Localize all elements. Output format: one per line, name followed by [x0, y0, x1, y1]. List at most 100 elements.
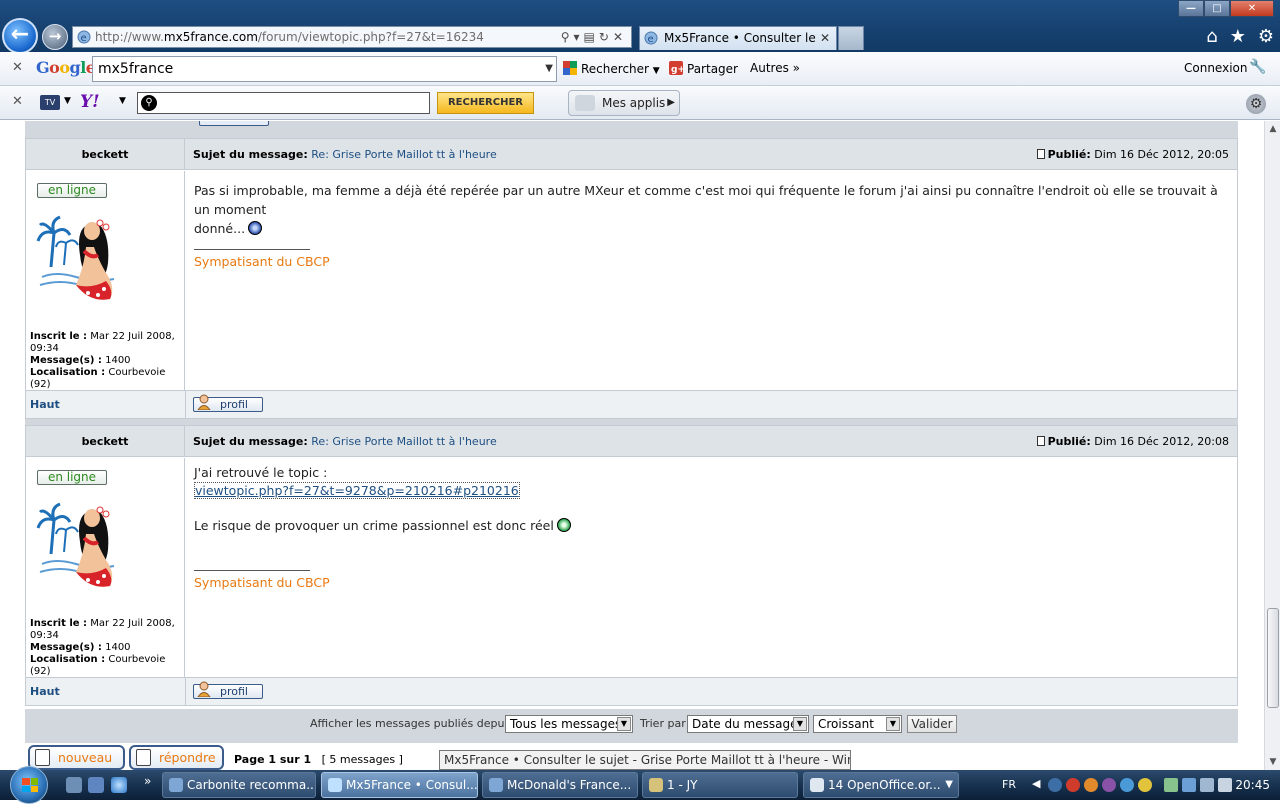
- tv-icon[interactable]: TV: [40, 95, 60, 110]
- user-profile-icon: [197, 681, 211, 697]
- google-more-button[interactable]: Autres »: [750, 61, 800, 75]
- chevron-down-icon[interactable]: ▼: [119, 96, 126, 106]
- clock[interactable]: 20:45: [1235, 770, 1270, 800]
- browser-titlebar: ← → e http://www.mx5france.com/forum/vie…: [0, 0, 1280, 67]
- sort-label: Trier par: [640, 717, 686, 730]
- address-bar[interactable]: e http://www.mx5france.com/forum/viewtop…: [72, 26, 632, 48]
- google-plus-icon: g+: [669, 61, 683, 75]
- task-mx5france[interactable]: Mx5France • Consul...: [321, 772, 478, 798]
- tab-tooltip: Mx5France • Consulter le sujet - Grise P…: [439, 750, 851, 770]
- tray-expand-icon[interactable]: ◀: [1032, 777, 1040, 790]
- task-carbonite[interactable]: Carbonite recomma...: [162, 772, 316, 798]
- task-jy[interactable]: 1 - JY: [642, 772, 798, 798]
- post-author[interactable]: beckett: [26, 139, 185, 170]
- back-button[interactable]: ←: [2, 18, 38, 54]
- post-signature: Sympatisant du CBCP: [194, 254, 330, 269]
- chevron-down-icon[interactable]: ▼: [545, 57, 553, 81]
- page-scrollbar[interactable]: ▲ ▼: [1264, 121, 1280, 770]
- window-controls: — □ ✕: [1178, 0, 1274, 18]
- browser-command-icons: ⌂ ★ ⚙: [1206, 26, 1274, 47]
- quicklaunch-more-icon[interactable]: »: [144, 774, 151, 788]
- wrench-icon[interactable]: 🔧: [1249, 59, 1266, 75]
- post-subject: Sujet du message: Re: Grise Porte Maillo…: [193, 148, 497, 161]
- wifi-icon[interactable]: [1182, 778, 1196, 792]
- new-topic-button[interactable]: nouveau: [28, 745, 125, 770]
- battery-icon[interactable]: [1164, 778, 1178, 792]
- settings-gear-icon[interactable]: ⚙: [1246, 94, 1266, 114]
- openoffice-task-icon: [810, 778, 824, 792]
- task-openoffice-group[interactable]: 14 OpenOffice.or... ▼: [803, 772, 959, 798]
- post-icon[interactable]: [1036, 149, 1045, 159]
- volume-icon[interactable]: [1200, 778, 1214, 792]
- yahoo-search-button[interactable]: RECHERCHER: [437, 92, 534, 114]
- google-query-text: mx5france: [98, 61, 174, 77]
- yahoo-logo[interactable]: Y!: [80, 92, 100, 112]
- sort-by-select[interactable]: Date du message ▼: [687, 715, 809, 733]
- show-desktop-icon[interactable]: [66, 777, 82, 793]
- topic-link[interactable]: viewtopic.php?f=27&t=9278&p=210216#p2102…: [194, 482, 520, 499]
- language-indicator[interactable]: FR: [1002, 770, 1016, 800]
- task-mcdonalds[interactable]: McDonald's France...: [482, 772, 638, 798]
- yahoo-apps-button[interactable]: Mes applis ▶: [568, 90, 680, 116]
- close-yahoo-toolbar-icon[interactable]: ✕: [12, 94, 23, 109]
- forward-button[interactable]: →: [42, 24, 68, 50]
- address-tools-icons[interactable]: ⚲▾▤↻✕: [561, 27, 627, 47]
- partial-profile-button[interactable]: [199, 121, 269, 126]
- google-share-button[interactable]: g+ Partager: [669, 61, 738, 76]
- sort-order-select[interactable]: Croissant ▼: [813, 715, 902, 733]
- favorites-star-icon[interactable]: ★: [1230, 26, 1246, 47]
- submit-filter-button[interactable]: Valider: [907, 715, 957, 733]
- post-body: Pas si improbable, ma femme a déjà été r…: [194, 183, 1218, 236]
- maximize-button[interactable]: □: [1204, 0, 1230, 17]
- back-to-top-link[interactable]: Haut: [30, 678, 60, 706]
- chevron-down-icon[interactable]: ▼: [64, 96, 71, 106]
- post-icon[interactable]: [1036, 436, 1045, 446]
- close-toolbar-icon[interactable]: ✕: [12, 60, 23, 75]
- tab-close-icon[interactable]: ✕: [820, 27, 830, 49]
- close-window-button[interactable]: ✕: [1230, 0, 1274, 17]
- yahoo-toolbar: ✕ TV ▼ Y! ▼ ⚲ RECHERCHER Mes applis ▶ ⚙: [0, 86, 1280, 120]
- google-search-button[interactable]: Rechercher ▼: [563, 61, 660, 76]
- chevron-down-icon: ▼: [886, 717, 900, 731]
- update-icon[interactable]: [1084, 778, 1098, 792]
- minimize-button[interactable]: —: [1178, 0, 1204, 17]
- chevron-down-icon: ▼: [617, 717, 631, 731]
- avatar-image: [36, 494, 117, 594]
- sync-icon[interactable]: [1120, 778, 1134, 792]
- svg-text:e: e: [648, 34, 654, 45]
- tools-gear-icon[interactable]: ⚙: [1258, 26, 1274, 47]
- signature-divider: [194, 249, 310, 250]
- google-login-button[interactable]: Connexion: [1184, 61, 1248, 75]
- avatar-image: [36, 207, 117, 307]
- switch-windows-icon[interactable]: [88, 777, 104, 793]
- profile-button[interactable]: profil: [193, 681, 263, 699]
- messenger-icon[interactable]: [1102, 778, 1116, 792]
- security-alert-icon[interactable]: [1066, 778, 1080, 792]
- subject-link[interactable]: Re: Grise Porte Maillot tt à l'heure: [311, 148, 496, 161]
- yahoo-search-input[interactable]: ⚲: [137, 92, 430, 114]
- ie-quicklaunch-icon[interactable]: [111, 777, 127, 793]
- start-button[interactable]: [10, 766, 48, 804]
- flag-icon[interactable]: [1218, 778, 1232, 792]
- smiley-icon: [248, 221, 263, 235]
- ie-tab-icon: e: [644, 31, 658, 45]
- online-badge: en ligne: [37, 470, 107, 485]
- scroll-up-icon[interactable]: ▲: [1265, 121, 1280, 137]
- back-to-top-link[interactable]: Haut: [30, 391, 60, 419]
- scroll-thumb[interactable]: [1267, 608, 1279, 708]
- new-tab-button[interactable]: [838, 26, 864, 50]
- messages-since-select[interactable]: Tous les messages ▼: [505, 715, 633, 733]
- note-icon: [35, 749, 50, 766]
- tab-mx5france[interactable]: e Mx5France • Consulter le su... ✕: [639, 26, 837, 67]
- google-search-input[interactable]: mx5france ▼: [92, 56, 557, 82]
- post-header: beckett Sujet du message: Re: Grise Port…: [26, 139, 1237, 170]
- post-author[interactable]: beckett: [26, 426, 185, 457]
- network-icon[interactable]: [1048, 778, 1062, 792]
- profile-button[interactable]: profil: [193, 394, 263, 412]
- subject-link[interactable]: Re: Grise Porte Maillot tt à l'heure: [311, 435, 496, 448]
- reply-button[interactable]: répondre: [129, 745, 224, 770]
- tool-icon[interactable]: [1138, 778, 1152, 792]
- scroll-down-icon[interactable]: ▼: [1265, 754, 1280, 770]
- home-icon[interactable]: ⌂: [1206, 26, 1217, 47]
- windows-taskbar: » Carbonite recomma... Mx5France • Consu…: [0, 766, 1280, 804]
